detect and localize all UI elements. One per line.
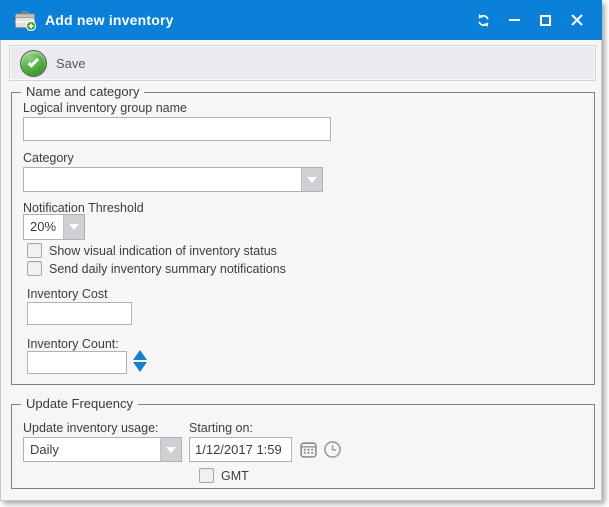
- toolbar: Save: [9, 45, 596, 81]
- starting-on-label: Starting on:: [189, 421, 253, 435]
- usage-label: Update inventory usage:: [23, 421, 159, 435]
- category-label: Category: [23, 151, 74, 165]
- chevron-down-icon[interactable]: [160, 438, 181, 461]
- clock-icon[interactable]: [322, 439, 342, 459]
- daily-summary-label: Send daily inventory summary notificatio…: [49, 262, 286, 276]
- count-spinner[interactable]: [133, 350, 147, 372]
- usage-value: Daily: [24, 438, 160, 461]
- green-checkmark-icon: [20, 50, 47, 77]
- window-controls: [468, 0, 592, 40]
- daily-summary-checkbox[interactable]: Send daily inventory summary notificatio…: [27, 261, 286, 276]
- calendar-icon[interactable]: [298, 439, 318, 459]
- maximize-icon[interactable]: [530, 0, 561, 40]
- name-category-group: Name and category Logical inventory grou…: [11, 92, 595, 385]
- threshold-select[interactable]: 20%: [23, 214, 85, 240]
- gmt-checkbox[interactable]: GMT: [199, 468, 249, 483]
- chevron-down-icon[interactable]: [301, 168, 322, 191]
- threshold-value: 20%: [24, 215, 63, 239]
- update-frequency-legend: Update Frequency: [21, 396, 138, 411]
- starting-on-input[interactable]: [189, 437, 292, 462]
- visual-indication-checkbox[interactable]: Show visual indication of inventory stat…: [27, 243, 277, 258]
- group-name-label: Logical inventory group name: [23, 101, 187, 115]
- spinner-up-icon[interactable]: [133, 350, 147, 360]
- inventory-count-label: Inventory Count:: [27, 337, 119, 351]
- checkbox-icon[interactable]: [199, 468, 214, 483]
- update-frequency-group: Update Frequency Update inventory usage:…: [11, 404, 595, 489]
- threshold-label: Notification Threshold: [23, 201, 144, 215]
- inventory-cost-label: Inventory Cost: [27, 287, 108, 301]
- close-icon[interactable]: [561, 0, 592, 40]
- chevron-down-icon[interactable]: [63, 215, 84, 239]
- window-title: Add new inventory: [45, 12, 174, 28]
- category-select[interactable]: [23, 167, 323, 192]
- minimize-icon[interactable]: [499, 0, 530, 40]
- group-name-input[interactable]: [23, 117, 331, 141]
- inventory-add-icon: [13, 9, 37, 31]
- gmt-label: GMT: [221, 469, 249, 483]
- visual-indication-label: Show visual indication of inventory stat…: [49, 244, 277, 258]
- save-button[interactable]: Save: [10, 46, 96, 80]
- usage-select[interactable]: Daily: [23, 437, 182, 462]
- category-value: [24, 168, 301, 191]
- spinner-down-icon[interactable]: [133, 362, 147, 372]
- titlebar[interactable]: Add new inventory: [0, 0, 602, 40]
- refresh-icon[interactable]: [468, 0, 499, 40]
- inventory-cost-input[interactable]: [27, 302, 132, 325]
- checkbox-icon[interactable]: [27, 261, 42, 276]
- name-category-legend: Name and category: [21, 84, 144, 99]
- dialog-window: Add new inventory Save: [0, 0, 602, 501]
- checkbox-icon[interactable]: [27, 243, 42, 258]
- save-label: Save: [56, 56, 86, 71]
- inventory-count-input[interactable]: [27, 351, 127, 374]
